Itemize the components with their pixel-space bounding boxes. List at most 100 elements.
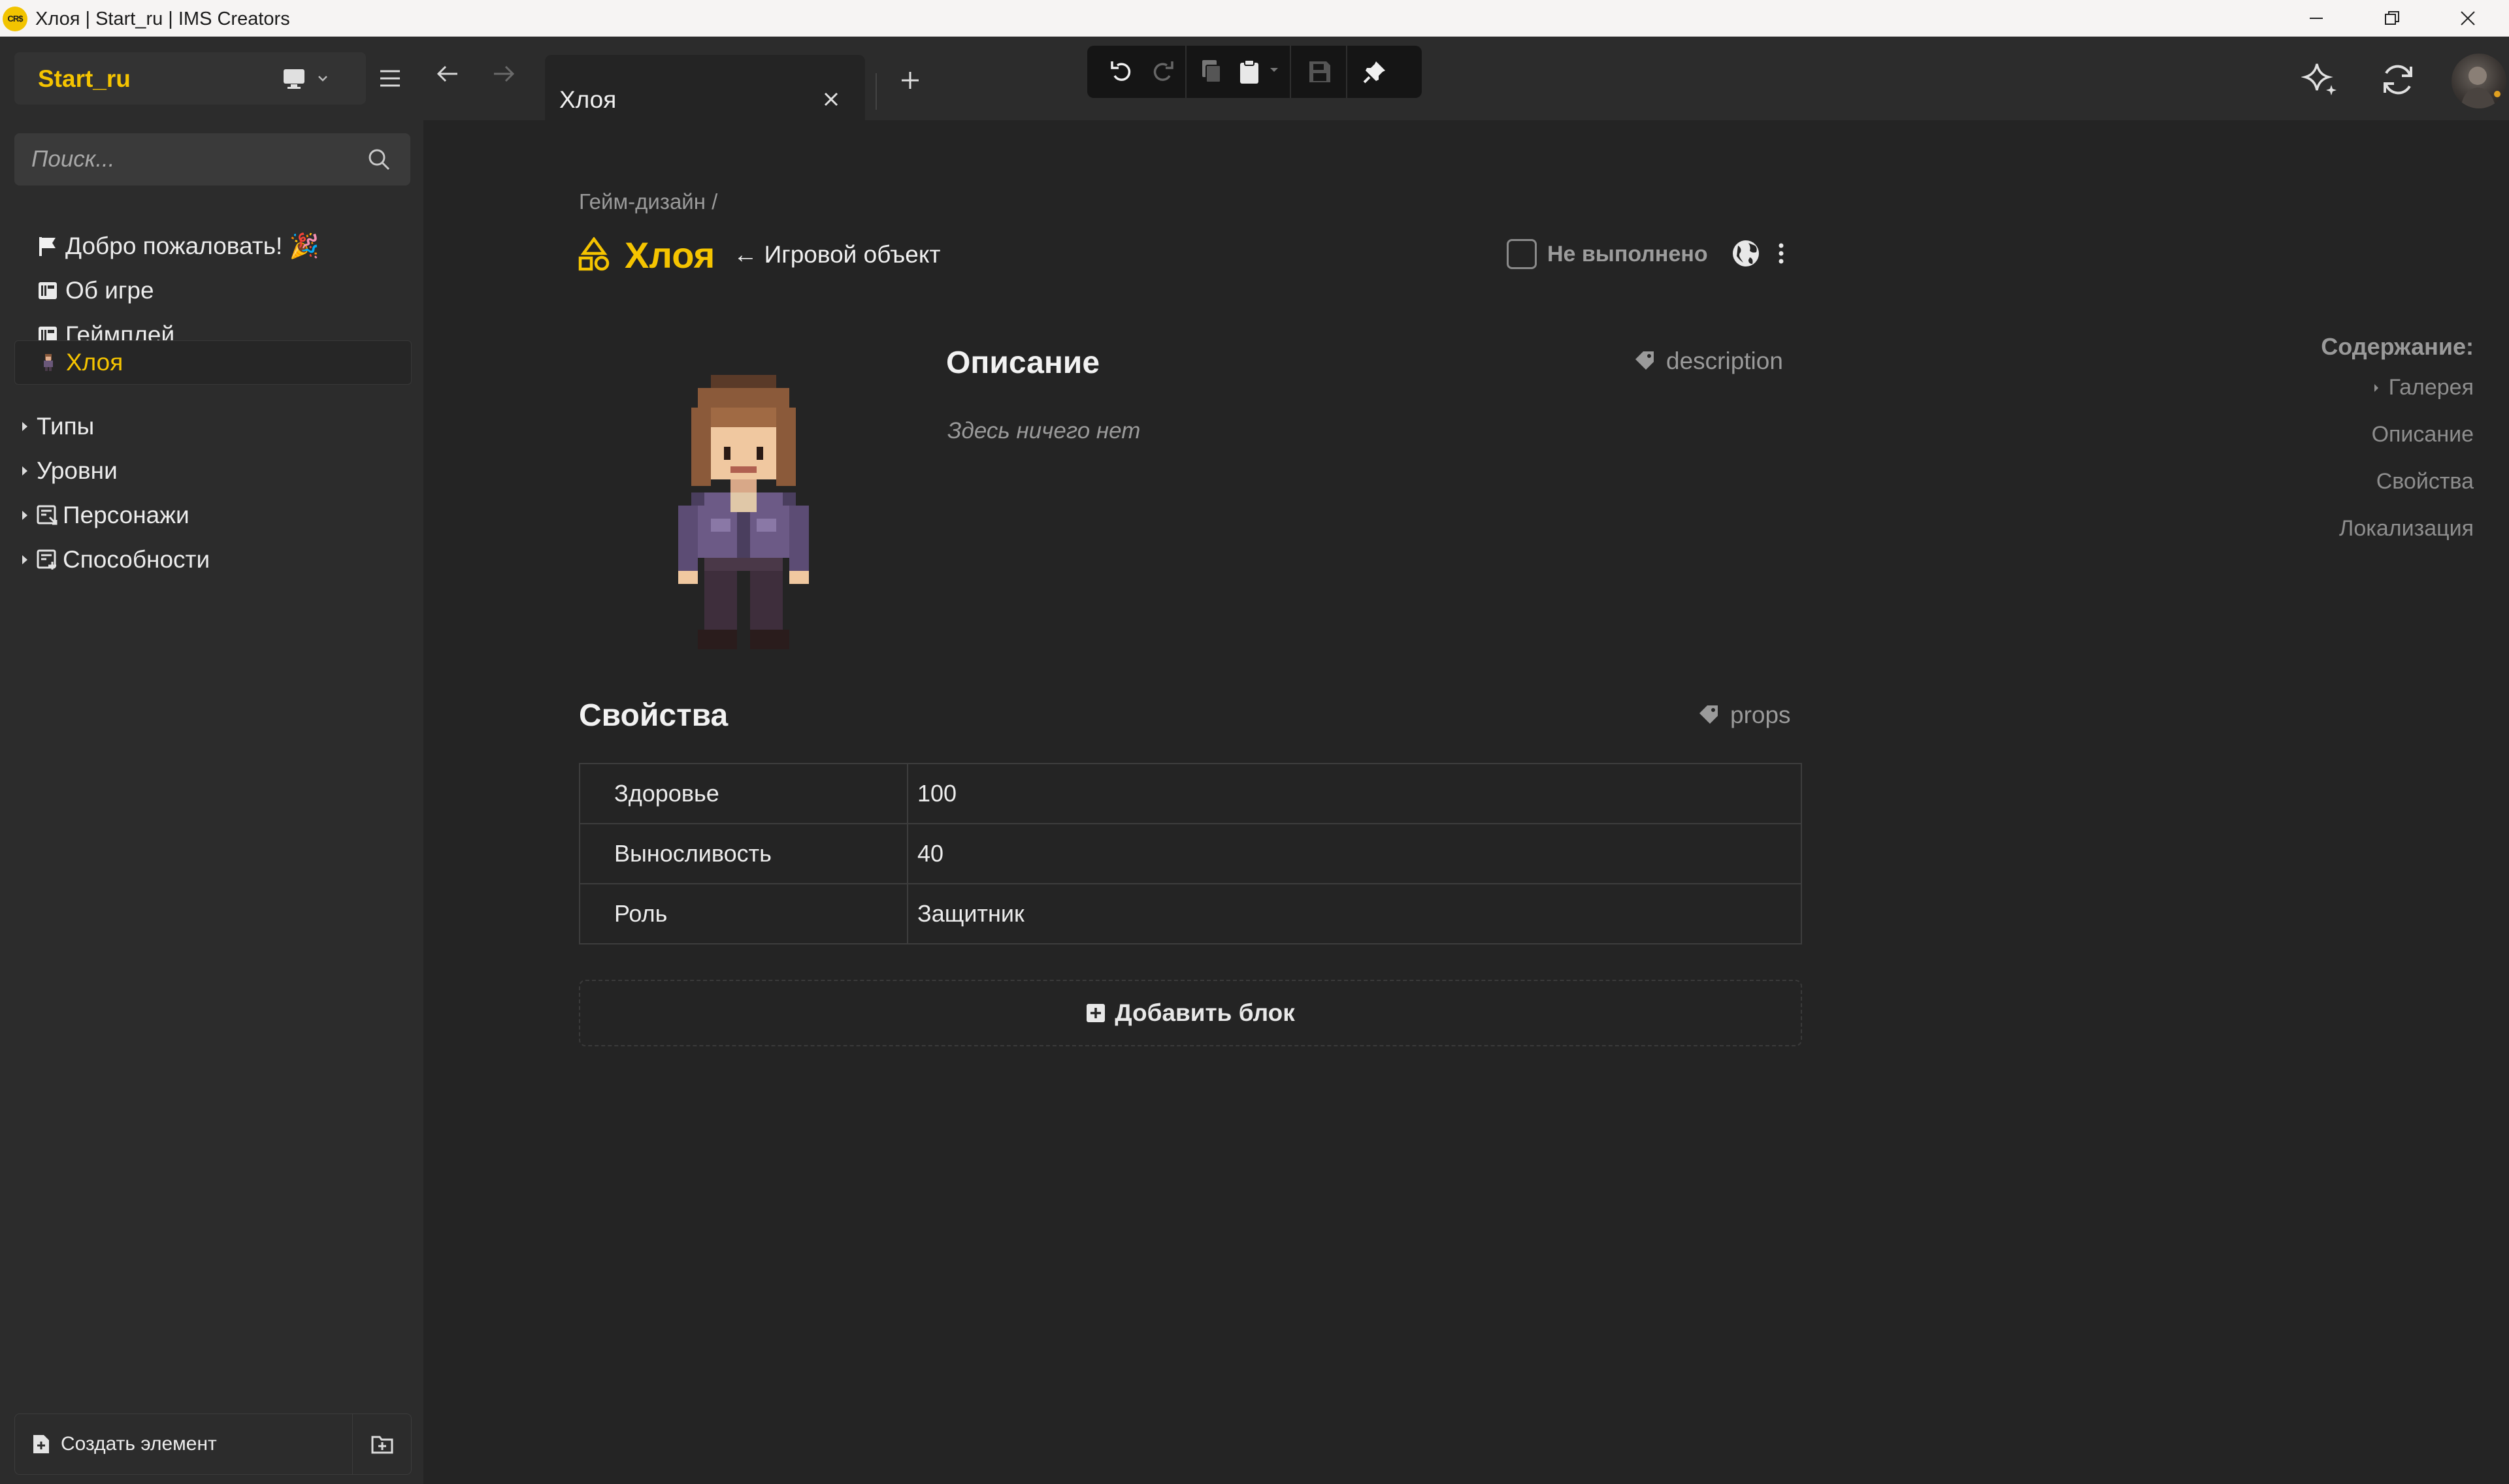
sidebar-item-label: Об игре <box>65 277 154 304</box>
props-heading: Свойства <box>579 698 729 733</box>
tab-label: Хлоя <box>559 86 617 113</box>
pin-icon <box>1363 61 1385 84</box>
table-row: Выносливость 40 <box>579 823 1802 884</box>
workspace-name: Start_ru <box>38 65 131 92</box>
search-box[interactable] <box>14 133 410 186</box>
create-folder-button[interactable] <box>353 1413 412 1475</box>
sidebar-menu-button[interactable] <box>372 65 408 91</box>
paste-button[interactable] <box>1236 59 1262 85</box>
sidebar-folder-abilities[interactable]: Способности <box>14 540 412 580</box>
globe-icon[interactable] <box>1730 238 1762 269</box>
caret-right-icon[interactable] <box>21 509 30 521</box>
minimize-button[interactable] <box>2279 0 2353 37</box>
toc-item-description[interactable]: Описание <box>2321 422 2474 469</box>
undo-button[interactable] <box>1109 59 1136 85</box>
description-empty-text[interactable]: Здесь ничего нет <box>947 418 1140 444</box>
chevron-down-icon <box>1270 68 1278 72</box>
table-row: Роль Защитник <box>579 883 1802 944</box>
ai-sparkle-icon[interactable] <box>2301 60 2340 99</box>
create-element-label: Создать элемент <box>61 1433 217 1455</box>
prop-value[interactable]: 100 <box>907 763 1802 824</box>
add-block-button[interactable]: Добавить блок <box>579 980 1802 1046</box>
toolbar-separator <box>1290 46 1291 98</box>
minimize-icon <box>2310 18 2323 19</box>
more-options-icon[interactable] <box>1775 238 1788 269</box>
sidebar-item-label: Типы <box>37 413 95 440</box>
props-tag[interactable]: props <box>1697 702 1791 729</box>
search-input[interactable] <box>31 133 358 186</box>
copy-button[interactable] <box>1198 59 1224 85</box>
restore-button[interactable] <box>2355 0 2429 37</box>
back-arrow-icon[interactable] <box>436 64 459 84</box>
sidebar-folder-types[interactable]: Типы <box>14 406 412 447</box>
create-element-button[interactable]: Создать элемент <box>14 1413 353 1475</box>
workspace-selector[interactable]: Start_ru <box>14 52 366 105</box>
prop-key[interactable]: Здоровье <box>579 763 908 824</box>
sidebar: Start_ru Добро пожаловать! 🎉 Об игре Гей… <box>0 37 423 1484</box>
tab-chloe[interactable]: Хлоя <box>545 55 865 120</box>
avatar-image <box>2461 67 2501 108</box>
toc-item-label: Галерея <box>2388 375 2474 400</box>
forward-arrow-icon[interactable] <box>493 64 515 84</box>
hamburger-icon <box>380 70 400 87</box>
tag-icon <box>1699 705 1718 724</box>
prop-key[interactable]: Выносливость <box>579 823 908 884</box>
paste-options-button[interactable] <box>1269 67 1279 73</box>
status-label: Не выполнено <box>1547 241 1708 266</box>
device-mode-button[interactable] <box>282 67 341 90</box>
page-title[interactable]: Хлоя <box>625 234 715 276</box>
window-title: Хлоя | Start_ru | IMS Creators <box>35 8 290 29</box>
gallery-character-image[interactable] <box>659 375 828 649</box>
prop-value[interactable]: Защитник <box>907 883 1802 944</box>
character-sprite-icon <box>37 351 59 374</box>
table-of-contents: Содержание: Галерея Описание Свойства Ло… <box>2321 333 2474 563</box>
prop-value[interactable]: 40 <box>907 823 1802 884</box>
toc-item-gallery[interactable]: Галерея <box>2321 375 2474 422</box>
sidebar-folder-levels[interactable]: Уровни <box>14 451 412 491</box>
chevron-down-icon <box>318 76 327 82</box>
sidebar-item-welcome[interactable]: Добро пожаловать! 🎉 <box>14 226 412 266</box>
sidebar-item-chloe[interactable]: Хлоя <box>14 340 412 385</box>
close-tab-icon[interactable] <box>822 90 840 108</box>
caret-right-icon[interactable] <box>21 465 30 477</box>
pin-button[interactable] <box>1362 59 1388 85</box>
user-avatar[interactable] <box>2452 54 2506 108</box>
props-table: Здоровье 100 Выносливость 40 Роль Защитн… <box>579 763 1802 944</box>
shapes-icon <box>578 237 610 272</box>
description-tag[interactable]: description <box>1633 347 1783 375</box>
toc-item-props[interactable]: Свойства <box>2321 469 2474 516</box>
type-link[interactable]: ← Игровой объект <box>733 241 940 268</box>
flag-icon <box>37 235 59 257</box>
collection-icon <box>37 549 59 571</box>
status-checkbox[interactable] <box>1507 239 1537 269</box>
toolbar-separator <box>1346 46 1347 98</box>
tag-icon <box>1635 351 1654 370</box>
collection-icon <box>37 504 59 526</box>
new-file-icon <box>32 1434 50 1455</box>
monitor-icon <box>284 69 304 89</box>
status-toggle[interactable]: Не выполнено <box>1507 235 1708 273</box>
caret-right-icon[interactable] <box>21 421 30 432</box>
search-icon[interactable] <box>367 148 391 171</box>
title-row: Хлоя ← Игровой объект <box>578 230 940 280</box>
toc-item-localization[interactable]: Локализация <box>2321 516 2474 563</box>
doc-card-icon <box>37 280 59 302</box>
caret-right-icon[interactable] <box>21 554 30 566</box>
prop-key[interactable]: Роль <box>579 883 908 944</box>
new-tab-icon[interactable] <box>899 69 921 91</box>
edit-toolbar <box>1087 46 1422 98</box>
window-titlebar: CR$ Хлоя | Start_ru | IMS Creators <box>0 0 2509 37</box>
redo-button[interactable] <box>1149 59 1175 85</box>
toc-item-label: Свойства <box>2376 469 2474 494</box>
app-logo: CR$ <box>3 7 27 31</box>
paste-icon <box>1240 59 1258 84</box>
caret-right-icon[interactable] <box>2373 383 2380 393</box>
save-button[interactable] <box>1307 59 1333 85</box>
breadcrumb[interactable]: Гейм-дизайн / <box>579 189 717 214</box>
close-window-button[interactable] <box>2431 0 2505 37</box>
sync-icon[interactable] <box>2378 60 2418 99</box>
sidebar-item-label: Персонажи <box>63 502 189 528</box>
sidebar-folder-characters[interactable]: Персонажи <box>14 495 412 536</box>
add-square-icon <box>1087 1004 1106 1022</box>
sidebar-item-about-game[interactable]: Об игре <box>14 270 412 311</box>
